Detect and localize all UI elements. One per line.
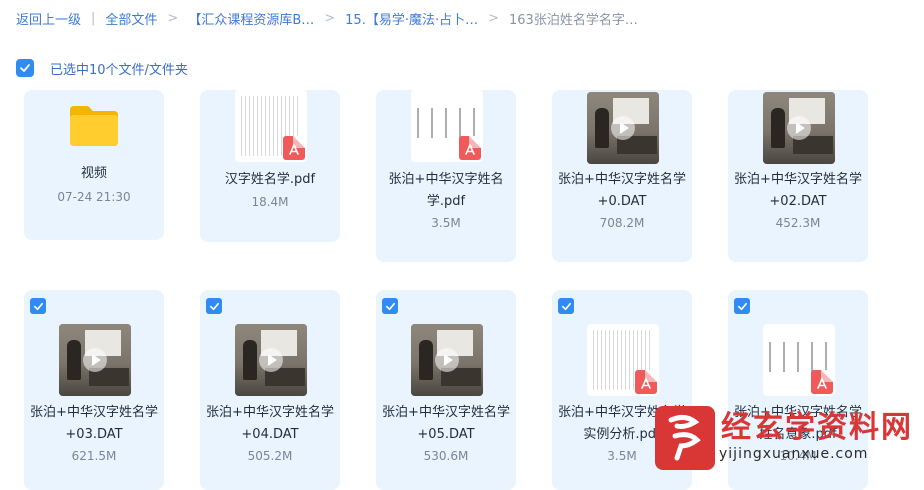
file-name: 张泊+中华汉字姓名学+02.DAT <box>734 172 862 209</box>
breadcrumb-all-files[interactable]: 全部文件 <box>105 9 157 28</box>
selection-bar: 已选中10个文件/文件夹 <box>16 58 188 78</box>
file-meta: 07-24 21:30 <box>57 190 131 204</box>
file-name: 张泊+中华汉字姓名学+05.DAT <box>382 405 510 442</box>
file-size: 621.5M <box>71 449 117 463</box>
file-size: 708.2M <box>599 216 645 230</box>
watermark-title: 经玄学资料网 <box>721 410 913 445</box>
file-card-video[interactable]: 张泊+中华汉字姓名学+03.DAT 621.5M <box>24 290 164 490</box>
file-thumbnail <box>411 90 483 162</box>
play-icon <box>787 116 811 140</box>
file-checkbox[interactable] <box>382 298 398 314</box>
file-size: 530.6M <box>423 449 469 463</box>
file-name: 汉字姓名学.pdf <box>224 172 316 187</box>
selection-count: 已选中10个文件/文件夹 <box>50 62 188 78</box>
file-checkbox[interactable] <box>558 298 574 314</box>
check-icon <box>385 302 395 310</box>
file-size: 452.3M <box>775 216 821 230</box>
check-icon <box>737 302 747 310</box>
file-card-pdf[interactable]: 张泊+中华汉字姓名学.pdf 3.5M <box>376 90 516 262</box>
file-name: 张泊+中华汉字姓名学+03.DAT <box>30 405 158 442</box>
breadcrumb: 返回上一级 | 全部文件 > 【汇众课程资源库B… > 15.【易学·魔法·占卜… <box>16 8 638 28</box>
file-thumbnail <box>587 92 659 164</box>
check-icon <box>561 302 571 310</box>
file-card-pdf[interactable]: 汉字姓名学.pdf 18.4M <box>200 90 340 242</box>
pdf-icon <box>459 136 481 160</box>
folder-icon <box>70 106 118 146</box>
file-name: 视频 <box>80 166 107 181</box>
play-icon <box>83 348 107 372</box>
check-icon <box>33 302 43 310</box>
check-icon <box>20 64 30 72</box>
check-icon <box>209 302 219 310</box>
file-thumbnail <box>763 324 835 396</box>
document-preview <box>417 108 477 138</box>
pdf-icon <box>635 370 657 394</box>
breadcrumb-course-library[interactable]: 【汇众课程资源库B… <box>188 9 314 28</box>
pdf-icon <box>283 136 305 160</box>
play-icon <box>259 348 283 372</box>
watermark-url: yijingxuanxue.com <box>719 446 869 462</box>
breadcrumb-section[interactable]: 15.【易学·魔法·占卜… <box>345 9 478 28</box>
file-thumbnail <box>587 324 659 396</box>
chevron-right-icon: > <box>488 10 500 26</box>
select-all-checkbox[interactable] <box>16 59 34 77</box>
file-size: 18.4M <box>251 195 289 209</box>
breadcrumb-separator: | <box>91 10 96 26</box>
pdf-icon <box>811 370 833 394</box>
play-icon <box>611 116 635 140</box>
chevron-right-icon: > <box>167 10 179 26</box>
file-thumbnail <box>763 92 835 164</box>
breadcrumb-back[interactable]: 返回上一级 <box>16 9 81 28</box>
file-card-video[interactable]: 张泊+中华汉字姓名学+02.DAT 452.3M <box>728 90 868 262</box>
chevron-right-icon: > <box>324 10 336 26</box>
file-card-video[interactable]: 张泊+中华汉字姓名学+04.DAT 505.2M <box>200 290 340 490</box>
document-preview <box>769 342 829 372</box>
breadcrumb-current: 163张泊姓名学名字… <box>509 12 638 28</box>
file-name: 张泊+中华汉字姓名学+04.DAT <box>206 405 334 442</box>
file-thumbnail <box>59 324 131 396</box>
watermark-logo-icon <box>655 406 715 470</box>
file-thumbnail <box>235 324 307 396</box>
file-checkbox[interactable] <box>206 298 222 314</box>
file-card-folder[interactable]: 视频 07-24 21:30 <box>24 90 164 240</box>
file-card-video[interactable]: 张泊+中华汉字姓名学+05.DAT 530.6M <box>376 290 516 490</box>
file-size: 3.5M <box>431 216 461 230</box>
file-name: 张泊+中华汉字姓名学+0.DAT <box>558 172 686 209</box>
file-checkbox[interactable] <box>30 298 46 314</box>
file-checkbox[interactable] <box>734 298 750 314</box>
file-name: 张泊+中华汉字姓名学.pdf <box>388 172 504 209</box>
file-thumbnail <box>235 90 307 162</box>
file-card-video[interactable]: 张泊+中华汉字姓名学+0.DAT 708.2M <box>552 90 692 262</box>
file-thumbnail <box>411 324 483 396</box>
watermark: 经玄学资料网 yijingxuanxue.com <box>655 402 924 490</box>
file-size: 505.2M <box>247 449 293 463</box>
play-icon <box>435 348 459 372</box>
